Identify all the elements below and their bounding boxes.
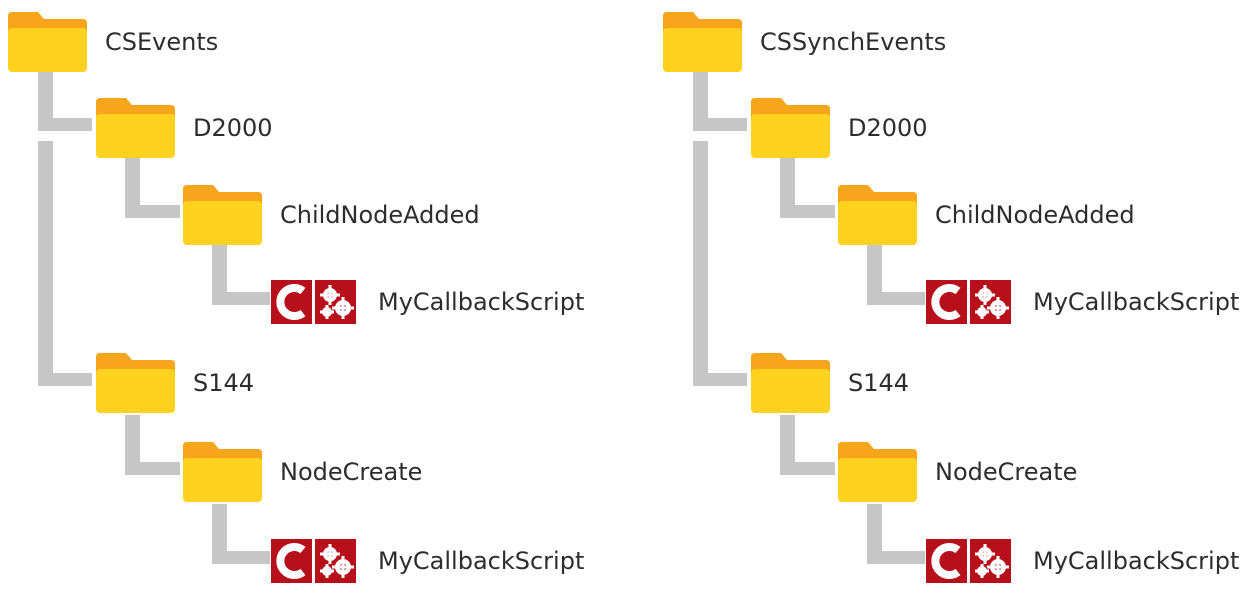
tree-connector <box>125 462 180 475</box>
folder-icon <box>661 10 744 74</box>
node-label: CSEvents <box>105 28 219 56</box>
node-label: MyCallbackScript <box>1033 547 1240 575</box>
tree-cs-synch-events: CSSynchEvents D2000 ChildNodeAdded MyCal… <box>655 0 1254 583</box>
tree-node-event[interactable]: ChildNodeAdded <box>181 180 480 250</box>
tree-connector <box>125 205 180 218</box>
node-label: NodeCreate <box>280 458 423 486</box>
node-label: MyCallbackScript <box>378 547 585 575</box>
node-label: S144 <box>193 369 255 397</box>
tree-node-script[interactable]: MyCallbackScript <box>271 526 584 596</box>
tree-node-root[interactable]: CSEvents <box>6 7 218 77</box>
tree-node-event[interactable]: NodeCreate <box>836 437 1077 507</box>
tree-node-script[interactable]: MyCallbackScript <box>271 267 584 337</box>
c-script-gears-icon <box>271 539 356 583</box>
tree-connector <box>693 118 747 131</box>
tree-connector <box>867 292 925 305</box>
node-label: ChildNodeAdded <box>935 201 1135 229</box>
node-label: MyCallbackScript <box>378 288 585 316</box>
tree-connector <box>693 373 747 386</box>
folder-icon <box>94 351 177 415</box>
tree-connector <box>693 141 708 386</box>
folder-icon <box>836 440 919 504</box>
tree-connector <box>38 118 92 131</box>
node-label: S144 <box>848 369 910 397</box>
c-script-gears-icon <box>926 539 1011 583</box>
tree-connector <box>212 551 270 564</box>
tree-cs-events: CSEvents D2000 ChildNodeAdded MyCallback… <box>0 0 627 583</box>
tree-node-event[interactable]: NodeCreate <box>181 437 422 507</box>
node-label: NodeCreate <box>935 458 1078 486</box>
c-script-gears-icon <box>926 280 1011 324</box>
tree-connector <box>38 373 92 386</box>
node-label: ChildNodeAdded <box>280 201 480 229</box>
tree-node-script[interactable]: MyCallbackScript <box>926 267 1239 337</box>
tree-node-root[interactable]: CSSynchEvents <box>661 7 946 77</box>
tree-connector <box>780 205 835 218</box>
tree-connector <box>867 551 925 564</box>
folder-icon <box>749 351 832 415</box>
node-label: D2000 <box>848 114 928 142</box>
tree-connector <box>212 292 270 305</box>
tree-connector <box>38 141 53 386</box>
c-script-gears-icon <box>271 280 356 324</box>
folder-icon <box>181 183 264 247</box>
tree-node-group[interactable]: S144 <box>94 348 254 418</box>
node-label: CSSynchEvents <box>760 28 947 56</box>
tree-node-group[interactable]: D2000 <box>94 93 273 163</box>
folder-icon <box>181 440 264 504</box>
tree-node-event[interactable]: ChildNodeAdded <box>836 180 1135 250</box>
folder-icon <box>836 183 919 247</box>
tree-connector <box>780 462 835 475</box>
folder-icon <box>94 96 177 160</box>
folder-icon <box>749 96 832 160</box>
tree-node-script[interactable]: MyCallbackScript <box>926 526 1239 596</box>
node-label: D2000 <box>193 114 273 142</box>
tree-node-group[interactable]: S144 <box>749 348 909 418</box>
node-label: MyCallbackScript <box>1033 288 1240 316</box>
folder-icon <box>6 10 89 74</box>
tree-node-group[interactable]: D2000 <box>749 93 928 163</box>
